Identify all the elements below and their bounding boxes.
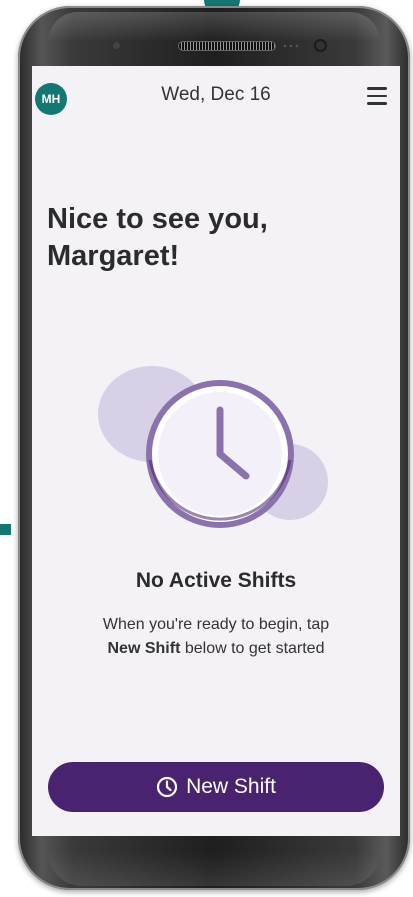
front-sensor: [113, 42, 120, 49]
app-header: MH Wed, Dec 16: [32, 66, 400, 126]
greeting-line-1: Nice to see you,: [47, 203, 268, 235]
clock-icon: [98, 366, 328, 528]
phone-bottom-highlight: [48, 852, 380, 886]
sensor-dots: [282, 44, 302, 48]
new-shift-button[interactable]: New Shift: [48, 762, 384, 812]
greeting-title: Nice to see you, Margaret!: [47, 201, 387, 275]
menu-bar: [367, 87, 387, 90]
empty-state-title: No Active Shifts: [135, 569, 297, 592]
new-shift-label: New Shift: [186, 775, 276, 798]
teal-decoration-tick: [0, 524, 11, 535]
front-camera: [316, 41, 325, 50]
empty-state-help: When you're ready to begin, tap New Shif…: [48, 613, 384, 661]
clock-outline-icon: [156, 776, 178, 798]
hamburger-menu-icon[interactable]: [367, 87, 387, 105]
clock-illustration: [94, 362, 334, 552]
app-screen: MH Wed, Dec 16 Nice to see you, Margaret…: [32, 66, 400, 836]
menu-bar: [367, 102, 387, 105]
phone-top-highlight: [48, 12, 380, 42]
earpiece-speaker: [178, 41, 276, 51]
help-bold-new-shift: New Shift: [107, 640, 181, 657]
header-date: Wed, Dec 16: [161, 84, 271, 105]
menu-bar: [367, 94, 387, 98]
greeting-line-2: Margaret!: [47, 240, 180, 272]
help-line-1: When you're ready to begin, tap: [102, 616, 330, 633]
help-line-2-rest: below to get started: [180, 640, 325, 657]
help-line-2: New Shift below to get started: [48, 637, 384, 661]
